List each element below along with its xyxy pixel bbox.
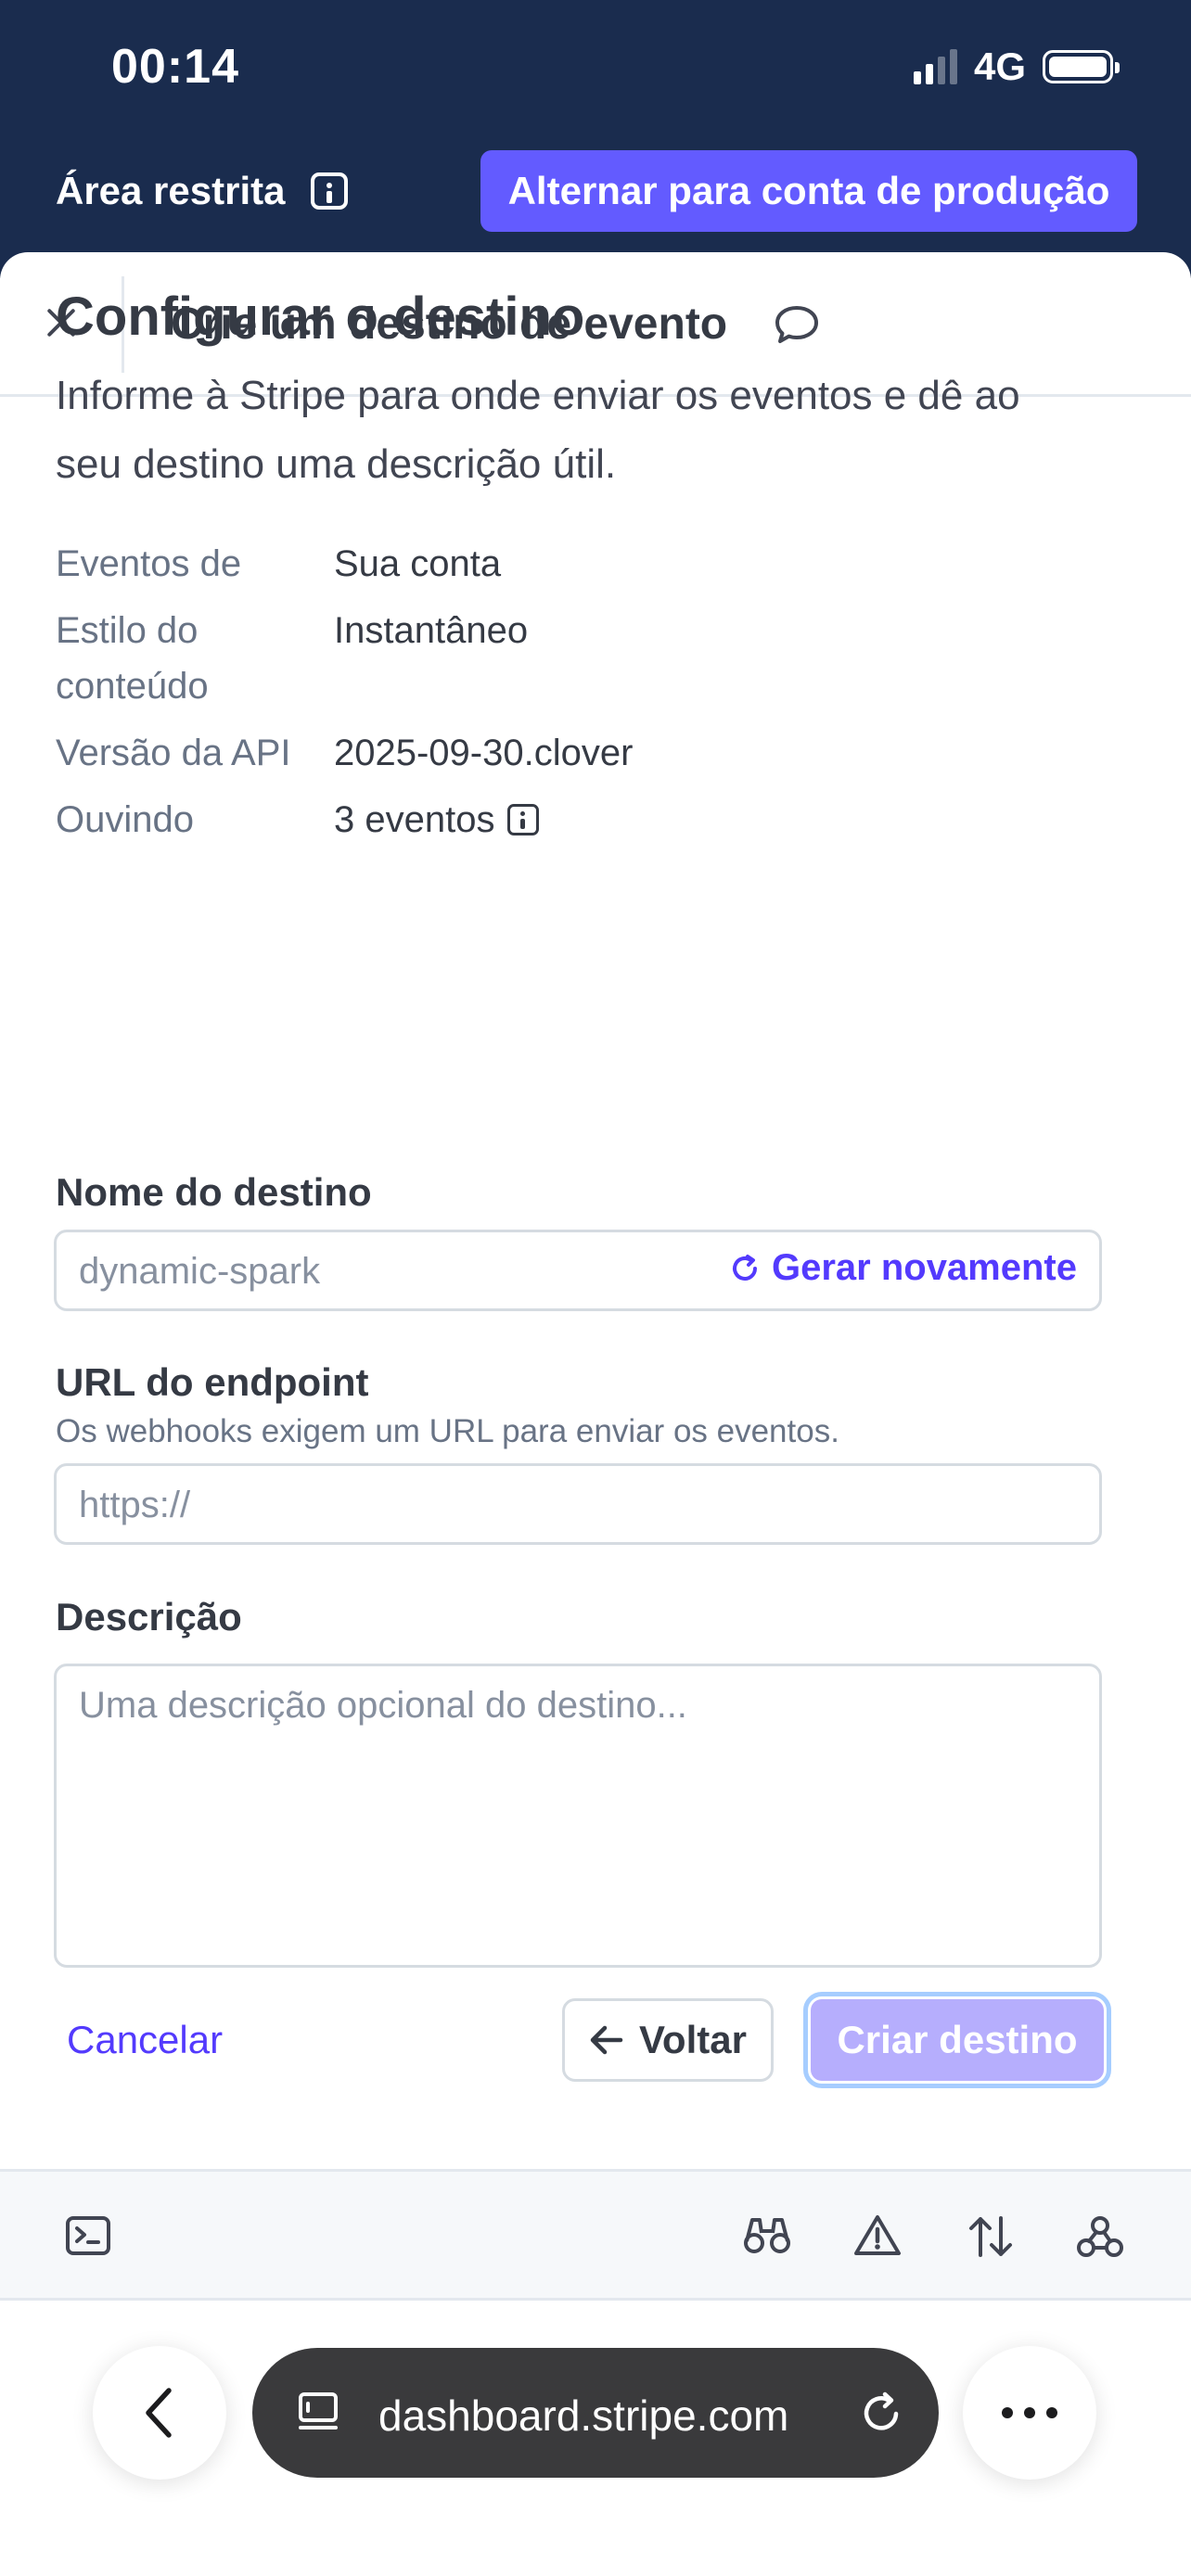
binoculars-icon[interactable]: [742, 2214, 792, 2257]
chevron-left-icon: [146, 2388, 172, 2438]
info-icon[interactable]: [311, 172, 349, 210]
back-label: Voltar: [639, 2018, 747, 2061]
feedback-chat-icon[interactable]: [774, 304, 820, 347]
address-bar[interactable]: dashboard.stripe.com: [252, 2348, 939, 2478]
create-destination-button[interactable]: Criar destino: [811, 1999, 1104, 2081]
property-value: 2025-09-30.clover: [334, 733, 634, 773]
sandbox-indicator[interactable]: Área restrita: [56, 169, 349, 213]
more-icon: [1002, 2407, 1057, 2418]
destination-name-field[interactable]: dynamic-spark Gerar novamente: [54, 1230, 1102, 1311]
terminal-icon[interactable]: [65, 2214, 111, 2257]
section-heading: Configurar o destino: [56, 287, 585, 347]
back-button[interactable]: Voltar: [562, 1998, 774, 2082]
battery-icon: [1043, 50, 1120, 83]
property-key: Eventos de: [56, 543, 242, 584]
property-value: 3 eventos: [334, 799, 495, 840]
destination-name-label: Nome do destino: [56, 1170, 372, 1214]
property-key: Ouvindo: [56, 799, 194, 840]
property-row: Estilo do conteúdo Instantâneo: [56, 603, 1132, 714]
property-row: Versão da API 2025-09-30.clover: [56, 725, 1132, 781]
status-time: 00:14: [111, 40, 239, 94]
property-row: Eventos de Sua conta: [56, 536, 1132, 592]
status-indicators: 4G: [913, 45, 1120, 89]
property-value: Instantâneo: [334, 610, 529, 651]
developer-toolbar: [0, 2169, 1191, 2301]
property-key: Versão da API: [56, 733, 291, 773]
endpoint-url-input[interactable]: https://: [54, 1463, 1102, 1545]
switch-to-production-button[interactable]: Alternar para conta de produção: [480, 150, 1137, 232]
browser-bottom-bar: dashboard.stripe.com: [0, 2303, 1191, 2576]
destination-properties: Eventos de Sua conta Estilo do conteúdo …: [56, 536, 1132, 859]
arrow-left-icon: [590, 2025, 623, 2055]
sort-arrows-icon[interactable]: [967, 2214, 1015, 2259]
section-description: Informe à Stripe para onde enviar os eve…: [56, 373, 1020, 487]
regenerate-label: Gerar novamente: [771, 1247, 1077, 1288]
tab-overview-icon[interactable]: [295, 2391, 341, 2435]
cancel-button[interactable]: Cancelar: [67, 2018, 223, 2062]
description-placeholder: Uma descrição opcional do destino...: [79, 1685, 687, 1726]
url-text: dashboard.stripe.com: [378, 2391, 789, 2440]
sandbox-label: Área restrita: [56, 169, 286, 212]
property-value: Sua conta: [334, 543, 502, 584]
refresh-icon: [732, 1254, 757, 1281]
endpoint-url-hint: Os webhooks exigem um URL para enviar os…: [56, 1413, 839, 1449]
description-label: Descrição: [56, 1595, 242, 1639]
more-options-button[interactable]: [963, 2346, 1096, 2480]
destination-name-placeholder: dynamic-spark: [79, 1251, 321, 1292]
endpoint-url-placeholder: https://: [79, 1485, 191, 1525]
property-key: Estilo do conteúdo: [56, 610, 209, 707]
info-icon[interactable]: [507, 804, 540, 835]
reload-icon[interactable]: [857, 2389, 905, 2437]
regenerate-button[interactable]: Gerar novamente: [727, 1247, 1077, 1289]
top-bar: 00:14 4G Área restrita Alternar para con…: [0, 0, 1191, 278]
browser-back-button[interactable]: [93, 2346, 226, 2480]
network-type: 4G: [973, 45, 1026, 88]
property-row: Ouvindo 3 eventos: [56, 792, 1132, 848]
webhook-icon[interactable]: [1076, 2214, 1124, 2259]
description-textarea[interactable]: Uma descrição opcional do destino...: [54, 1664, 1102, 1968]
endpoint-url-label: URL do endpoint: [56, 1360, 369, 1404]
cellular-signal-icon: [913, 49, 957, 84]
warning-icon[interactable]: [853, 2214, 902, 2257]
